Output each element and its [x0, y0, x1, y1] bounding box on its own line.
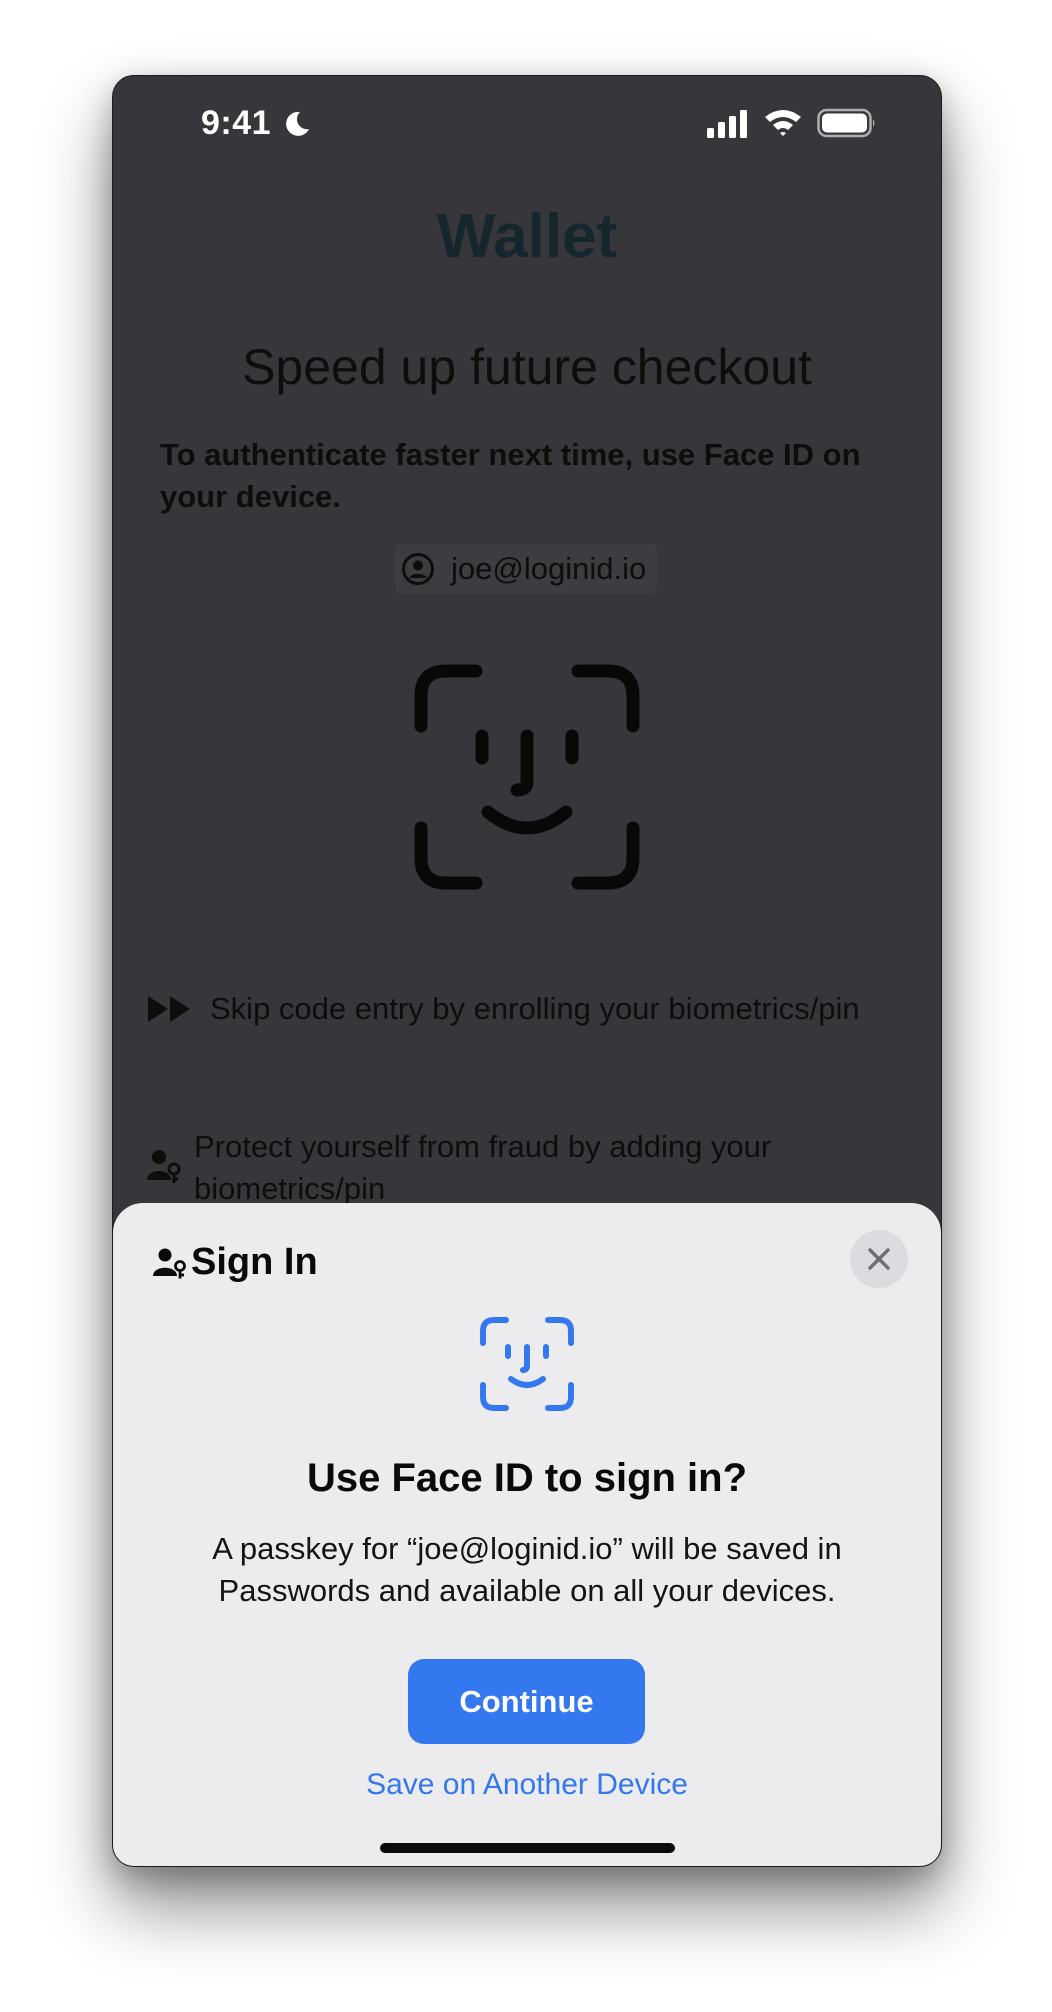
sheet-description: A passkey for “joe@loginid.io” will be s…: [212, 1531, 842, 1608]
feature-protect-fraud: Protect yourself from fraud by adding yo…: [146, 1126, 814, 1210]
battery-icon: [817, 108, 875, 138]
screenshot-stage: Wallet Speed up future checkout To authe…: [0, 0, 1052, 2012]
lead-text: To authenticate faster next time, use Fa…: [160, 437, 861, 514]
phone-screen: Wallet Speed up future checkout To authe…: [112, 75, 942, 1867]
status-time: 9:41: [201, 104, 272, 142]
app-title: Wallet: [436, 202, 618, 271]
account-chip: joe@loginid.io: [395, 544, 657, 594]
user-circle-icon: [402, 553, 434, 585]
passkey-sheet: Sign In Use Face ID to sign in? A passke…: [113, 1203, 941, 1866]
feature-text: Skip code entry by enrolling your biomet…: [210, 991, 860, 1026]
sheet-header: Sign In: [153, 1241, 318, 1284]
feature-skip-code: Skip code entry by enrolling your biomet…: [146, 988, 860, 1030]
moon-icon: [286, 111, 309, 136]
fast-forward-icon: [148, 996, 190, 1022]
close-button[interactable]: [850, 1230, 908, 1288]
account-email: joe@loginid.io: [451, 551, 647, 586]
faceid-icon: [414, 664, 640, 890]
page-headline: Speed up future checkout: [242, 339, 812, 395]
save-on-another-device-link[interactable]: Save on Another Device: [113, 1768, 941, 1802]
sheet-title: Sign In: [191, 1241, 318, 1283]
continue-button[interactable]: Continue: [408, 1659, 645, 1744]
close-icon: [868, 1248, 890, 1270]
person-key-icon: [153, 1248, 186, 1278]
cellular-signal-icon: [707, 110, 747, 138]
status-bar: 9:41: [113, 76, 941, 176]
faceid-icon: [480, 1317, 574, 1411]
feature-text: Protect yourself from fraud by adding yo…: [194, 1129, 772, 1206]
home-indicator[interactable]: [380, 1843, 675, 1853]
sheet-heading: Use Face ID to sign in?: [306, 1456, 748, 1500]
wifi-icon: [765, 110, 801, 136]
person-key-icon: [147, 1150, 181, 1183]
